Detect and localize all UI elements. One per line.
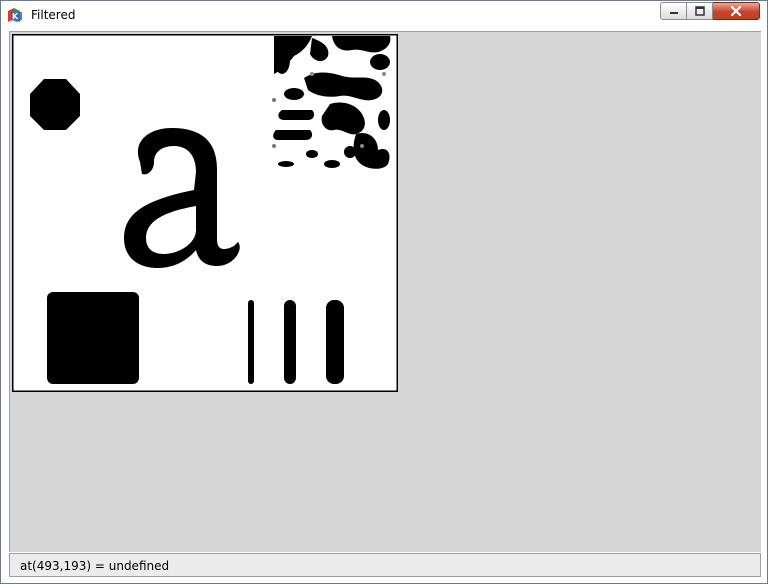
- status-bar: at(493,193) = undefined: [9, 553, 761, 577]
- thick-bar-shape: [326, 300, 344, 384]
- octagon-shape: [30, 79, 80, 130]
- filtered-image[interactable]: [12, 34, 398, 392]
- title-bar[interactable]: K Filtered: [1, 1, 767, 29]
- maximize-icon: [694, 6, 705, 16]
- close-icon: [730, 5, 742, 17]
- gtk-logo-icon: K: [8, 8, 22, 22]
- image-viewport[interactable]: [9, 31, 761, 552]
- close-button[interactable]: [713, 2, 760, 20]
- medium-bar-shape: [284, 300, 296, 384]
- minimize-icon: [669, 12, 678, 14]
- filtered-window: K Filtered at(493,193) = undefined: [0, 0, 768, 584]
- maximize-button[interactable]: [687, 2, 713, 20]
- window-frame: [1, 29, 9, 583]
- window-title: Filtered: [31, 8, 76, 22]
- thin-bar-shape: [248, 300, 254, 384]
- svg-text:K: K: [12, 12, 19, 21]
- square-shape: [47, 292, 139, 384]
- status-text: at(493,193) = undefined: [20, 559, 170, 573]
- minimize-button[interactable]: [660, 2, 687, 20]
